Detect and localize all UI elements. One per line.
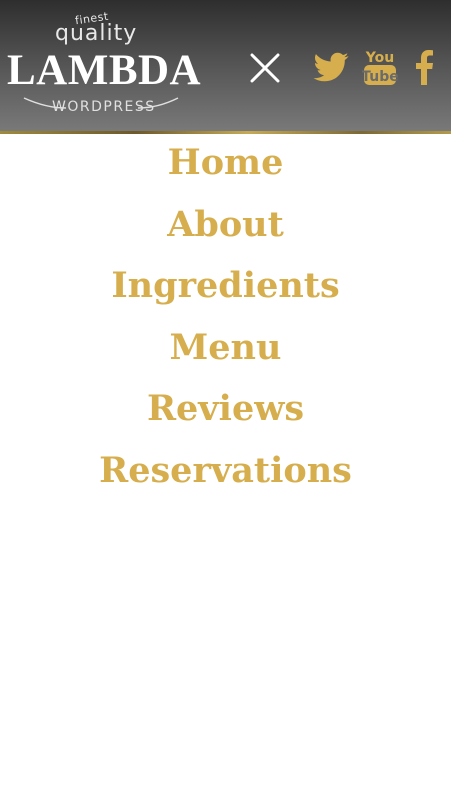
menu-link-reviews[interactable]: Reviews [147,388,304,429]
menu-link-reservations[interactable]: Reservations [99,450,352,491]
menu-link-ingredients[interactable]: Ingredients [111,265,339,306]
logo-brand-text: LAMBDA [7,47,202,94]
main-navigation-menu: Home About Ingredients Menu Reviews Rese… [0,134,451,501]
menu-link-menu[interactable]: Menu [170,327,282,368]
logo-sub-text: WORDPRESS [52,99,156,115]
menu-item-home: Home [0,132,451,194]
menu-link-home[interactable]: Home [168,142,284,183]
youtube-tube-text: Tube [362,69,398,85]
logo-quality-text: quality [55,21,138,46]
menu-link-about[interactable]: About [167,204,284,245]
facebook-link[interactable] [412,45,438,89]
site-logo[interactable]: finest quality LAMBDA WORDPRESS [6,8,202,124]
menu-item-about: About [0,194,451,256]
youtube-icon: You Tube [361,50,399,85]
menu-item-reviews: Reviews [0,378,451,440]
close-icon [250,53,280,83]
twitter-link[interactable] [312,45,350,89]
menu-item-reservations: Reservations [0,440,451,502]
site-header: finest quality LAMBDA WORDPRESS You Tube [0,0,451,133]
twitter-icon [313,52,349,82]
close-menu-button[interactable] [246,49,284,87]
facebook-icon [416,50,433,85]
menu-item-ingredients: Ingredients [0,255,451,317]
menu-item-menu: Menu [0,317,451,379]
youtube-you-text: You [365,50,394,66]
youtube-link[interactable]: You Tube [361,45,399,89]
